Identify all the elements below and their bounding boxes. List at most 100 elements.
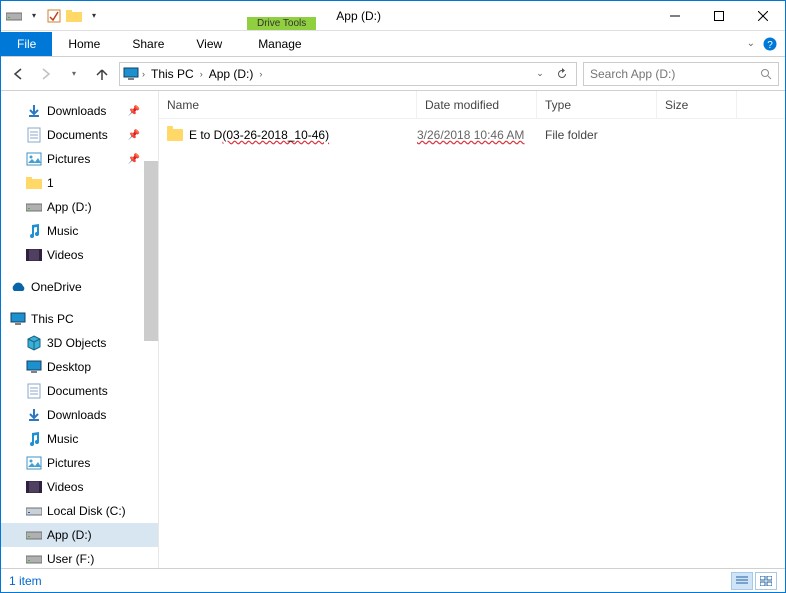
new-folder-icon[interactable] <box>65 7 83 25</box>
tab-file[interactable]: File <box>1 32 52 56</box>
tree-label: Downloads <box>47 104 106 118</box>
tree-label: Pictures <box>47 152 90 166</box>
content-pane: Name ⌃ Date modified Type Size E to D(03… <box>159 91 785 568</box>
crumb-app-d[interactable]: App (D:) <box>206 67 257 81</box>
tree-item-app-d-[interactable]: App (D:) <box>1 523 158 547</box>
tree-item-user-f-[interactable]: User (F:) <box>1 547 158 568</box>
view-switch <box>731 572 777 590</box>
tree-item-videos[interactable]: Videos <box>1 243 158 267</box>
file-list: E to D(03-26-2018_10-46)3/26/2018 10:46 … <box>159 119 785 568</box>
tree-label: Desktop <box>47 360 91 374</box>
tree-item-3d-objects[interactable]: 3D Objects <box>1 331 158 355</box>
tree-item-documents[interactable]: Documents📌 <box>1 123 158 147</box>
column-name-label: Name <box>167 98 199 112</box>
column-name[interactable]: Name ⌃ <box>159 91 417 118</box>
tree-label: Documents <box>47 128 108 142</box>
qat-customize[interactable]: ▾ <box>85 7 103 25</box>
tree-label: User (F:) <box>47 552 94 566</box>
properties-icon[interactable] <box>45 7 63 25</box>
history-dropdown[interactable]: ▾ <box>63 63 85 85</box>
document-icon <box>25 382 43 400</box>
cube-icon <box>25 334 43 352</box>
status-bar: 1 item <box>1 568 785 592</box>
help-icon[interactable]: ? <box>763 37 777 51</box>
column-type-label: Type <box>545 98 571 112</box>
svg-text:?: ? <box>767 40 773 51</box>
close-button[interactable] <box>741 2 785 30</box>
navigation-bar: ▾ › This PC › App (D:) › ⌄ <box>1 57 785 91</box>
up-button[interactable] <box>91 63 113 85</box>
video-icon <box>25 478 43 496</box>
tree-item-local-disk-c-[interactable]: Local Disk (C:) <box>1 499 158 523</box>
desktop-icon <box>25 358 43 376</box>
download-icon <box>25 406 43 424</box>
status-text: 1 item <box>9 574 42 588</box>
tree-label: Pictures <box>47 456 90 470</box>
navigation-pane: Downloads📌Documents📌Pictures📌1App (D:)Mu… <box>1 91 159 568</box>
expand-ribbon-icon[interactable]: ⌄ <box>747 38 755 49</box>
crumb-this-pc[interactable]: This PC <box>148 67 197 81</box>
tab-home[interactable]: Home <box>52 32 116 56</box>
drive-icon <box>25 550 43 568</box>
video-icon <box>25 246 43 264</box>
address-bar[interactable]: › This PC › App (D:) › ⌄ <box>119 62 577 86</box>
tree-item-music[interactable]: Music <box>1 427 158 451</box>
tree-item-app-d-[interactable]: App (D:) <box>1 195 158 219</box>
search-icon[interactable] <box>760 68 772 80</box>
drive-icon <box>25 198 43 216</box>
ribbon-tabs: File Home Share View Manage ⌄ ? <box>1 31 785 57</box>
quick-access-toolbar: ▾ ▾ <box>1 7 107 25</box>
tree-label: Downloads <box>47 408 106 422</box>
maximize-button[interactable] <box>697 2 741 30</box>
forward-button[interactable] <box>35 63 57 85</box>
search-box[interactable] <box>583 62 779 86</box>
title-bar: ▾ ▾ Drive Tools App (D:) <box>1 1 785 31</box>
tree-label: Local Disk (C:) <box>47 504 126 518</box>
column-date[interactable]: Date modified <box>417 91 537 118</box>
onedrive-icon <box>9 278 27 296</box>
tree-item-1[interactable]: 1 <box>1 171 158 195</box>
tab-manage[interactable]: Manage <box>242 32 317 56</box>
pin-icon: 📌 <box>128 106 140 117</box>
file-row[interactable]: E to D(03-26-2018_10-46)3/26/2018 10:46 … <box>159 123 785 147</box>
tree-item-desktop[interactable]: Desktop <box>1 355 158 379</box>
icons-view-button[interactable] <box>755 572 777 590</box>
qat-dropdown[interactable]: ▾ <box>25 7 43 25</box>
address-dropdown[interactable]: ⌄ <box>529 68 551 79</box>
details-view-button[interactable] <box>731 572 753 590</box>
pc-icon <box>9 310 27 328</box>
file-name: E to D(03-26-2018_10-46) <box>189 128 329 142</box>
drive-tools-label: Drive Tools <box>247 17 316 30</box>
disk-icon <box>25 502 43 520</box>
tab-view[interactable]: View <box>180 32 238 56</box>
tree-item-onedrive[interactable]: OneDrive <box>1 275 158 299</box>
tree-item-pictures[interactable]: Pictures <box>1 451 158 475</box>
back-button[interactable] <box>7 63 29 85</box>
pc-icon <box>123 67 139 81</box>
minimize-button[interactable] <box>653 2 697 30</box>
contextual-tabs: Drive Tools <box>247 1 316 30</box>
tab-share[interactable]: Share <box>116 32 180 56</box>
tree-item-documents[interactable]: Documents <box>1 379 158 403</box>
search-input[interactable] <box>590 67 760 81</box>
tree-item-this-pc[interactable]: This PC <box>1 307 158 331</box>
tree-item-videos[interactable]: Videos <box>1 475 158 499</box>
column-size[interactable]: Size <box>657 91 737 118</box>
tree-label: Videos <box>47 480 83 494</box>
tree-item-downloads[interactable]: Downloads <box>1 403 158 427</box>
music-icon <box>25 430 43 448</box>
refresh-button[interactable] <box>551 68 573 80</box>
nav-scrollbar[interactable] <box>144 161 158 341</box>
tree-item-downloads[interactable]: Downloads 📌 <box>1 99 158 123</box>
tree-label: Music <box>47 432 78 446</box>
drive-icon <box>5 7 23 25</box>
music-icon <box>25 222 43 240</box>
tree-label: 3D Objects <box>47 336 106 350</box>
tree-item-pictures[interactable]: Pictures📌 <box>1 147 158 171</box>
column-size-label: Size <box>665 98 688 112</box>
column-type[interactable]: Type <box>537 91 657 118</box>
tree-label: OneDrive <box>31 280 82 294</box>
folder-icon <box>167 129 183 141</box>
window-title: App (D:) <box>336 9 381 23</box>
tree-item-music[interactable]: Music <box>1 219 158 243</box>
